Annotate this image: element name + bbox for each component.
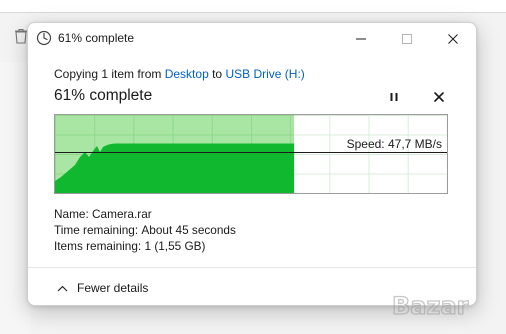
description-connector: to (208, 67, 226, 81)
pause-icon (390, 93, 398, 101)
window-title: 61% complete (58, 31, 135, 45)
watermark-text: Bazar (392, 292, 469, 320)
transfer-details: Name: Camera.rar Time remaining: About 4… (54, 206, 236, 254)
detail-items-value: 1 (1,55 GB) (144, 239, 206, 253)
transfer-speed-graph: Speed: 47,7 MB/s (54, 114, 448, 194)
transfer-description: Copying 1 item from Desktop to USB Drive… (54, 67, 305, 81)
minimize-icon (356, 38, 366, 39)
chevron-up-icon (57, 285, 68, 291)
pause-button[interactable] (383, 87, 405, 107)
description-prefix: Copying 1 item from (54, 67, 165, 81)
source-link[interactable]: Desktop (165, 67, 209, 81)
cancel-button[interactable] (428, 87, 450, 107)
trash-icon (15, 28, 27, 44)
background-sidebar (0, 62, 30, 334)
title-bar: 61% complete (28, 23, 476, 54)
fewer-details-label: Fewer details (77, 281, 149, 295)
close-icon (434, 92, 444, 102)
copy-progress-dialog: 61% complete Copying 1 item from Desktop… (27, 22, 477, 306)
speed-label: Speed: 47,7 MB/s (346, 137, 442, 151)
destination-link[interactable]: USB Drive (H:) (225, 67, 304, 81)
progress-percent: 61% complete (54, 87, 153, 104)
detail-time-label: Time remaining: (54, 223, 139, 237)
minimize-button[interactable] (338, 23, 384, 54)
detail-time-value: About 45 seconds (141, 223, 236, 237)
detail-items-label: Items remaining: (54, 239, 142, 253)
detail-time-row: Time remaining: About 45 seconds (54, 222, 236, 238)
detail-name-value: Camera.rar (92, 207, 152, 221)
fewer-details-toggle[interactable]: Fewer details (57, 281, 148, 295)
speed-history-area (55, 143, 295, 193)
detail-items-row: Items remaining: 1 (1,55 GB) (54, 238, 236, 254)
detail-name-label: Name: (54, 207, 89, 221)
background-toolbar (0, 0, 506, 13)
current-speed-line (55, 152, 447, 154)
maximize-button[interactable] (384, 23, 430, 54)
close-button[interactable] (430, 23, 476, 54)
copy-progress-icon (36, 30, 52, 46)
watermark-logo: Bazar (392, 291, 469, 320)
maximize-icon (402, 33, 412, 44)
speed-history-fill (55, 143, 295, 193)
close-icon (448, 33, 458, 44)
detail-name-row: Name: Camera.rar (54, 206, 236, 222)
